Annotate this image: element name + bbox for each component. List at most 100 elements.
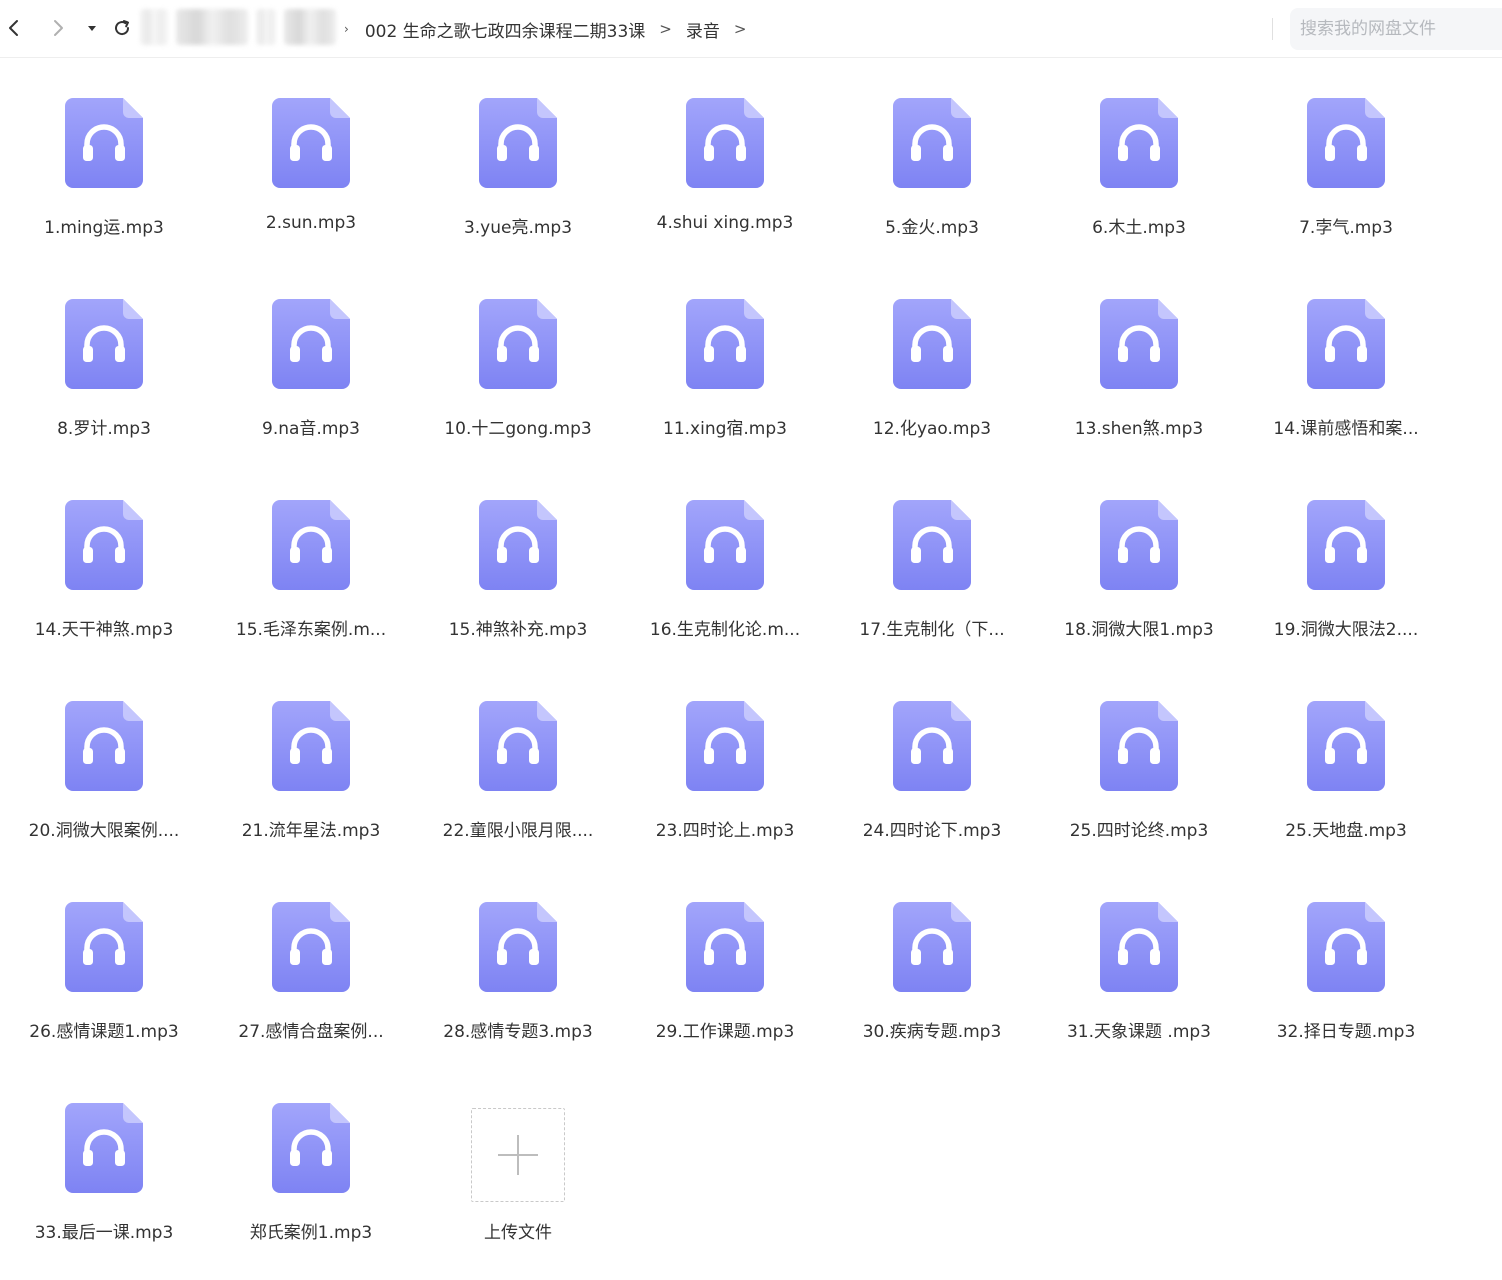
audio-file-icon	[1100, 299, 1178, 389]
audio-file-icon	[1100, 902, 1178, 992]
refresh-button[interactable]	[108, 14, 136, 42]
search-input[interactable]	[1290, 8, 1502, 50]
file-item[interactable]: 15.神煞补充.mp3	[428, 460, 608, 650]
audio-file-icon	[893, 98, 971, 188]
audio-file-icon	[65, 299, 143, 389]
audio-file-icon	[65, 500, 143, 590]
chevron-left-icon	[9, 20, 18, 36]
file-item[interactable]: 23.四时论上.mp3	[635, 661, 815, 851]
file-item[interactable]: 14.课前感悟和案...	[1256, 259, 1436, 449]
file-name: 6.木土.mp3	[1092, 218, 1186, 238]
audio-file-icon	[479, 299, 557, 389]
back-button[interactable]	[0, 14, 28, 42]
file-item[interactable]: 21.流年星法.mp3	[221, 661, 401, 851]
audio-file-icon	[1100, 98, 1178, 188]
redacted-breadcrumb	[176, 9, 248, 45]
redacted-breadcrumb	[256, 9, 276, 45]
upload-label: 上传文件	[484, 1223, 552, 1243]
file-item[interactable]: 5.金火.mp3	[842, 58, 1022, 248]
file-name: 2.sun.mp3	[265, 213, 357, 233]
file-item[interactable]: 16.生克制化论.m...	[635, 460, 815, 650]
audio-file-icon	[1307, 902, 1385, 992]
file-item[interactable]: 14.天干神煞.mp3	[14, 460, 194, 650]
file-name: 11.xing宿.mp3	[663, 419, 787, 439]
file-name: 21.流年星法.mp3	[241, 821, 381, 841]
file-item[interactable]: 15.毛泽东案例.m...	[221, 460, 401, 650]
file-name: 33.最后一课.mp3	[34, 1223, 174, 1243]
file-name: 14.课前感悟和案...	[1273, 419, 1419, 439]
refresh-icon	[115, 20, 130, 36]
file-item[interactable]: 7.孛气.mp3	[1256, 58, 1436, 248]
file-item[interactable]: 4.shui xing.mp3	[635, 58, 815, 248]
file-name: 28.感情专题3.mp3	[443, 1022, 593, 1042]
file-name: 18.洞微大限1.mp3	[1064, 620, 1214, 640]
file-item[interactable]: 17.生克制化（下...	[842, 460, 1022, 650]
audio-file-icon	[686, 98, 764, 188]
audio-file-icon	[686, 500, 764, 590]
chevron-right-icon	[54, 20, 63, 36]
file-name: 郑氏案例1.mp3	[249, 1223, 373, 1243]
audio-file-icon	[272, 299, 350, 389]
file-item[interactable]: 12.化yao.mp3	[842, 259, 1022, 449]
breadcrumb-item-course[interactable]: 002 生命之歌七政四余课程二期33课	[365, 17, 645, 42]
file-item[interactable]: 28.感情专题3.mp3	[428, 862, 608, 1052]
file-item[interactable]: 19.洞微大限法2....	[1256, 460, 1436, 650]
file-name: 24.四时论下.mp3	[862, 821, 1002, 841]
file-item[interactable]: 3.yue亮.mp3	[428, 58, 608, 248]
audio-file-icon	[479, 902, 557, 992]
file-item[interactable]: 10.十二gong.mp3	[428, 259, 608, 449]
file-name: 22.童限小限月限....	[442, 821, 594, 841]
file-name: 12.化yao.mp3	[872, 419, 992, 439]
file-item[interactable]: 8.罗计.mp3	[14, 259, 194, 449]
audio-file-icon	[1100, 701, 1178, 791]
file-item[interactable]: 25.天地盘.mp3	[1256, 661, 1436, 851]
breadcrumb-separator: >	[733, 20, 747, 38]
file-name: 29.工作课题.mp3	[655, 1022, 795, 1042]
upload-file-button[interactable]: 上传文件	[428, 1063, 608, 1253]
file-name: 26.感情课题1.mp3	[29, 1022, 179, 1042]
file-name: 23.四时论上.mp3	[655, 821, 795, 841]
audio-file-icon	[893, 902, 971, 992]
breadcrumb-separator: >	[659, 20, 672, 38]
file-item[interactable]: 27.感情合盘案例...	[221, 862, 401, 1052]
file-name: 10.十二gong.mp3	[444, 419, 592, 439]
file-item[interactable]: 26.感情课题1.mp3	[14, 862, 194, 1052]
file-item[interactable]: 33.最后一课.mp3	[14, 1063, 194, 1253]
file-item[interactable]: 20.洞微大限案例....	[14, 661, 194, 851]
file-item[interactable]: 13.shen煞.mp3	[1049, 259, 1229, 449]
plus-icon	[498, 1135, 538, 1175]
file-item[interactable]: 24.四时论下.mp3	[842, 661, 1022, 851]
file-item[interactable]: 6.木土.mp3	[1049, 58, 1229, 248]
file-name: 8.罗计.mp3	[57, 419, 151, 439]
file-item[interactable]: 31.天象课题 .mp3	[1049, 862, 1229, 1052]
file-item[interactable]: 2.sun.mp3	[221, 58, 401, 248]
file-item[interactable]: 25.四时论终.mp3	[1049, 661, 1229, 851]
audio-file-icon	[1100, 500, 1178, 590]
audio-file-icon	[1307, 701, 1385, 791]
file-name: 1.ming运.mp3	[44, 218, 164, 238]
breadcrumb-item-recordings[interactable]: 录音	[686, 17, 720, 42]
file-item[interactable]: 9.na音.mp3	[221, 259, 401, 449]
redacted-breadcrumb	[140, 9, 168, 45]
file-name: 7.孛气.mp3	[1299, 218, 1393, 238]
forward-button[interactable]	[44, 14, 72, 42]
file-name: 3.yue亮.mp3	[463, 218, 573, 238]
audio-file-icon	[479, 701, 557, 791]
file-item[interactable]: 29.工作课题.mp3	[635, 862, 815, 1052]
file-item[interactable]: 1.ming运.mp3	[14, 58, 194, 248]
file-item[interactable]: 郑氏案例1.mp3	[221, 1063, 401, 1253]
file-item[interactable]: 22.童限小限月限....	[428, 661, 608, 851]
file-item[interactable]: 18.洞微大限1.mp3	[1049, 460, 1229, 650]
file-item[interactable]: 32.择日专题.mp3	[1256, 862, 1436, 1052]
file-name: 27.感情合盘案例...	[238, 1022, 384, 1042]
audio-file-icon	[686, 701, 764, 791]
audio-file-icon	[893, 299, 971, 389]
file-item[interactable]: 11.xing宿.mp3	[635, 259, 815, 449]
file-name: 14.天干神煞.mp3	[34, 620, 174, 640]
audio-file-icon	[272, 902, 350, 992]
history-dropdown-button[interactable]	[78, 14, 106, 42]
file-item[interactable]: 30.疾病专题.mp3	[842, 862, 1022, 1052]
audio-file-icon	[65, 902, 143, 992]
file-name: 9.na音.mp3	[262, 419, 360, 439]
file-name: 30.疾病专题.mp3	[862, 1022, 1002, 1042]
